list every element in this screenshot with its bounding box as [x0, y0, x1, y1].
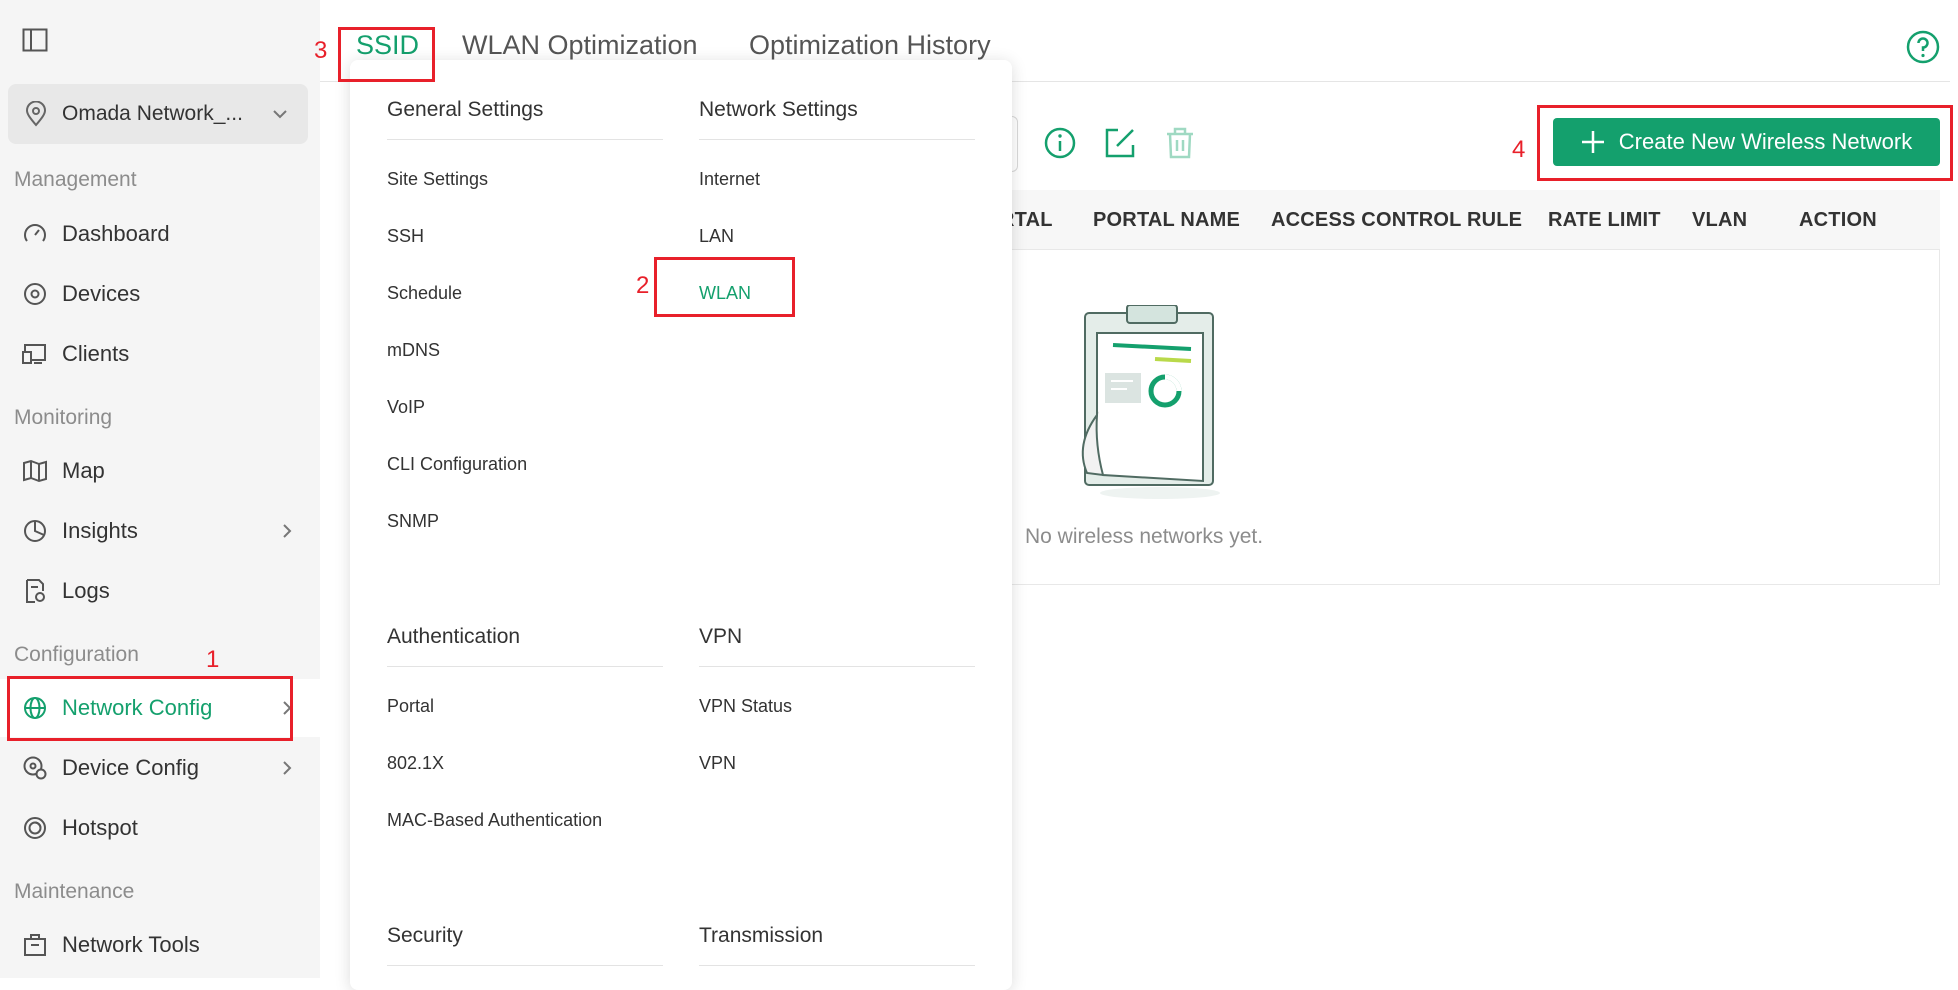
sidebar-item-label: Device Config	[62, 755, 199, 780]
annotation-number-2: 2	[636, 272, 650, 299]
network-config-menu: General Settings Site Settings SSH Sched…	[350, 60, 1012, 990]
sidebar-item-label: Network Tools	[62, 932, 200, 957]
sidebar-item-network-tools[interactable]: Network Tools	[0, 916, 320, 974]
sidebar-item-device-config[interactable]: Device Config	[0, 739, 320, 797]
menu-group-title: VPN	[699, 625, 975, 667]
sidebar-item-dashboard[interactable]: Dashboard	[0, 205, 320, 263]
toolbox-icon	[22, 932, 48, 958]
menu-group-security: Security	[387, 924, 663, 966]
menu-item-lan[interactable]: LAN	[699, 208, 975, 265]
menu-item-802-1x[interactable]: 802.1X	[387, 735, 663, 792]
menu-group-title: Network Settings	[699, 98, 975, 140]
column-rate-limit: RATE LIMIT	[1548, 209, 1661, 231]
sidebar-item-devices[interactable]: Devices	[0, 265, 320, 323]
empty-state-text: No wireless networks yet.	[1025, 525, 1264, 548]
menu-item-voip[interactable]: VoIP	[387, 379, 663, 436]
sidebar-item-label: Devices	[62, 281, 141, 306]
column-access-control-rule: ACCESS CONTROL RULE	[1271, 209, 1523, 231]
menu-item-vpn[interactable]: VPN	[699, 735, 975, 792]
column-vlan: VLAN	[1692, 209, 1748, 231]
device-config-icon	[22, 755, 48, 781]
sidebar-item-label: Map	[62, 458, 105, 483]
menu-item-internet[interactable]: Internet	[699, 151, 975, 208]
tab-wlan-optimization[interactable]: WLAN Optimization	[462, 30, 698, 61]
menu-group-authentication: Authentication Portal 802.1X MAC-Based A…	[387, 625, 663, 849]
create-wireless-network-button[interactable]: Create New Wireless Network	[1553, 118, 1940, 166]
sidebar-item-logs[interactable]: Logs	[0, 562, 320, 620]
location-pin-icon	[25, 101, 47, 127]
site-selector[interactable]: Omada Network_...	[8, 84, 308, 144]
dashboard-icon	[22, 221, 48, 247]
menu-group-general-settings: General Settings Site Settings SSH Sched…	[387, 98, 663, 550]
menu-group-title: Security	[387, 924, 663, 966]
menu-item-portal[interactable]: Portal	[387, 678, 663, 735]
menu-item-mac-based-authentication[interactable]: MAC-Based Authentication	[387, 792, 663, 849]
menu-group-title: Transmission	[699, 924, 975, 966]
sidebar-item-label: Dashboard	[62, 221, 170, 246]
sidebar-item-label: Insights	[62, 518, 138, 543]
sidebar-item-map[interactable]: Map	[0, 442, 320, 500]
sidebar-item-network-config[interactable]: Network Config	[0, 679, 320, 737]
chevron-right-icon	[283, 761, 292, 775]
sidebar-item-insights[interactable]: Insights	[0, 502, 320, 560]
tab-optimization-history[interactable]: Optimization History	[749, 30, 991, 61]
menu-group-title: Authentication	[387, 625, 663, 667]
logs-icon	[22, 578, 48, 604]
menu-item-cli-configuration[interactable]: CLI Configuration	[387, 436, 663, 493]
column-portal-name: PORTAL NAME	[1093, 209, 1241, 231]
pie-chart-icon	[22, 518, 48, 544]
annotation-number-3: 3	[314, 37, 328, 64]
menu-item-schedule[interactable]: Schedule	[387, 265, 663, 322]
devices-icon	[22, 281, 48, 307]
sidebar: Omada Network_... Management Dashboard D…	[0, 0, 320, 978]
menu-item-snmp[interactable]: SNMP	[387, 493, 663, 550]
section-maintenance: Maintenance	[14, 880, 135, 903]
annotation-number-4: 4	[1512, 136, 1526, 163]
sidebar-item-label: Clients	[62, 341, 130, 366]
menu-group-title: General Settings	[387, 98, 663, 140]
section-configuration: Configuration	[14, 643, 139, 666]
column-action: ACTION	[1799, 209, 1877, 231]
delete-icon[interactable]	[1163, 126, 1197, 160]
menu-group-transmission: Transmission	[699, 924, 975, 966]
site-name: Omada Network_...	[62, 102, 243, 125]
empty-clipboard-illustration	[1081, 305, 1220, 499]
annotation-number-1: 1	[206, 646, 220, 673]
info-icon[interactable]	[1043, 126, 1077, 160]
chevron-right-icon	[283, 701, 292, 715]
map-icon	[22, 458, 48, 484]
edit-icon[interactable]	[1103, 126, 1137, 160]
globe-icon	[22, 695, 48, 721]
hotspot-icon	[22, 815, 48, 841]
menu-item-site-settings[interactable]: Site Settings	[387, 151, 663, 208]
clients-icon	[22, 341, 48, 367]
help-icon[interactable]	[1906, 30, 1940, 64]
create-button-label: Create New Wireless Network	[1618, 129, 1913, 154]
menu-group-network-settings: Network Settings Internet LAN WLAN	[699, 98, 975, 322]
table-body: No wireless networks yet.	[960, 250, 1940, 585]
section-management: Management	[14, 168, 137, 191]
table-header: RTAL PORTAL NAME ACCESS CONTROL RULE RAT…	[960, 190, 1940, 250]
chevron-down-icon	[273, 110, 287, 119]
menu-item-wlan[interactable]: WLAN	[699, 265, 975, 322]
plus-icon	[1581, 131, 1604, 153]
sidebar-item-hotspot[interactable]: Hotspot	[0, 799, 320, 857]
menu-item-vpn-status[interactable]: VPN Status	[699, 678, 975, 735]
sidebar-item-label: Network Config	[62, 695, 213, 720]
menu-group-vpn: VPN VPN Status VPN	[699, 625, 975, 792]
menu-item-ssh[interactable]: SSH	[387, 208, 663, 265]
chevron-right-icon	[283, 524, 292, 538]
menu-item-mdns[interactable]: mDNS	[387, 322, 663, 379]
tab-ssid[interactable]: SSID	[356, 30, 419, 61]
sidebar-item-label: Hotspot	[62, 815, 138, 840]
section-monitoring: Monitoring	[14, 406, 113, 429]
sidebar-item-clients[interactable]: Clients	[0, 325, 320, 383]
sidebar-toggle-icon[interactable]	[22, 28, 48, 52]
sidebar-item-label: Logs	[62, 578, 110, 603]
